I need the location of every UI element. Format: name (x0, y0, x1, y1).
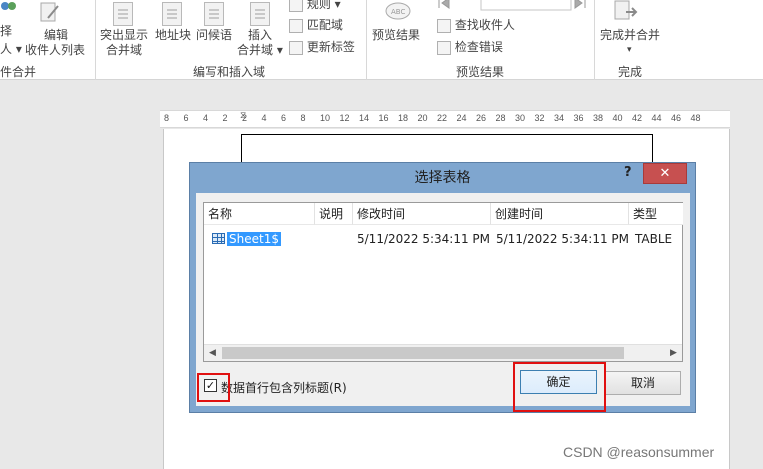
rules-icon (289, 0, 303, 12)
ruler-tick-label: 32 (534, 113, 545, 123)
svg-text:ABC: ABC (391, 8, 405, 16)
group-label-finish: 完成 (618, 65, 643, 79)
table-icon (212, 233, 225, 244)
ruler-tick-label: 46 (671, 113, 682, 123)
column-header-name[interactable]: 名称 (204, 203, 315, 225)
document-table-frame (241, 134, 653, 164)
greeting-line-button[interactable]: 问候语 (196, 28, 232, 42)
ruler-tick-label: 22 (437, 113, 448, 123)
ruler-tick-label: 4 (203, 113, 209, 123)
row-modified: 5/11/2022 5:34:11 PM (357, 232, 491, 246)
recipients-icon (0, 0, 20, 14)
row-type: TABLE (635, 232, 673, 246)
horizontal-scrollbar[interactable]: ◀ ▶ (204, 344, 682, 361)
update-labels-icon (289, 40, 303, 55)
group-divider (366, 0, 367, 80)
greeting-line-icon (204, 2, 224, 26)
group-label-start-merge: 件合并 (0, 65, 37, 79)
finish-merge-button[interactable]: 完成并合并 (600, 28, 660, 42)
find-recipient-button[interactable]: 查找收件人 (437, 18, 515, 33)
group-label-preview: 预览结果 (456, 65, 505, 79)
table-row[interactable]: Sheet1$ (210, 230, 283, 248)
edit-recipients-label-1[interactable]: 编辑 (44, 28, 68, 42)
check-errors-icon (437, 40, 451, 55)
edit-list-icon (40, 2, 60, 24)
help-button[interactable]: ? (624, 165, 632, 180)
column-header-description[interactable]: 说明 (315, 203, 353, 225)
ruler-indent-marker-icon[interactable]: ⧖ (240, 110, 246, 121)
first-row-headers-label[interactable]: 数据首行包含列标题(R) (221, 379, 347, 396)
table-list[interactable]: 名称 说明 修改时间 创建时间 类型 Sheet1$ 5/11/2022 5:3… (203, 202, 683, 362)
address-block-button[interactable]: 地址块 (155, 28, 191, 42)
ruler-tick-label: 26 (476, 113, 487, 123)
ruler-tick-label: 48 (690, 113, 701, 123)
finish-merge-icon (614, 0, 638, 24)
column-header-modified[interactable]: 修改时间 (353, 203, 491, 225)
ruler-tick-label: 18 (398, 113, 409, 123)
edit-recipients-label-2[interactable]: 收件人列表 (25, 43, 85, 57)
row-created: 5/11/2022 5:34:11 PM (496, 232, 630, 246)
group-label-write-insert: 编写和插入域 (193, 65, 266, 79)
column-header-created[interactable]: 创建时间 (491, 203, 629, 225)
ruler-tick-label: 20 (417, 113, 428, 123)
insert-field-label-2[interactable]: 合并域 ▾ (237, 43, 283, 57)
ruler-tick-label: 34 (554, 113, 565, 123)
highlight-fields-label-1[interactable]: 突出显示 (100, 28, 148, 42)
scroll-right-icon[interactable]: ▶ (665, 345, 682, 361)
select-recipients-label-1[interactable]: 择 (0, 24, 12, 38)
mailings-ribbon: 择 人 ▾ 编辑 收件人列表 件合并 突出显示 合并域 地址块 问候语 插入 合… (0, 0, 763, 80)
column-header-type[interactable]: 类型 (629, 203, 683, 225)
preview-results-button[interactable]: 预览结果 (372, 28, 420, 42)
ruler-tick-label: 40 (612, 113, 623, 123)
ruler-tick-label: 16 (378, 113, 389, 123)
record-navigator[interactable] (437, 0, 587, 12)
find-recipient-icon (437, 18, 451, 33)
ruler-tick-label: 8 (300, 113, 306, 123)
ruler-tick-label: 24 (456, 113, 467, 123)
scrollbar-thumb[interactable] (222, 347, 624, 359)
ruler-tick-label: 12 (339, 113, 350, 123)
ruler-tick-label: 38 (593, 113, 604, 123)
watermark: CSDN @reasonsummer (563, 444, 715, 460)
ruler-tick-label: 6 (281, 113, 287, 123)
ruler-tick-label: 36 (573, 113, 584, 123)
ruler-tick-label: 42 (632, 113, 643, 123)
ruler-tick-label: 30 (515, 113, 526, 123)
ruler-tick-label: 8 (164, 113, 170, 123)
ruler-tick-label: 6 (183, 113, 189, 123)
highlight-box-checkbox (197, 373, 230, 402)
select-recipients-label-2[interactable]: 人 ▾ (0, 42, 22, 56)
match-fields-button[interactable]: 匹配域 (289, 18, 343, 33)
ruler-tick-label: 14 (359, 113, 370, 123)
row-name: Sheet1$ (227, 232, 281, 246)
preview-results-icon: ABC (384, 0, 412, 22)
ruler-tick-label: 28 (495, 113, 506, 123)
match-fields-icon (289, 18, 303, 33)
close-icon: ✕ (659, 166, 671, 181)
dialog-title: 选择表格 (414, 170, 471, 186)
insert-field-icon (250, 2, 270, 26)
insert-field-label-1[interactable]: 插入 (248, 28, 272, 42)
highlight-fields-label-2[interactable]: 合并域 (106, 43, 142, 57)
scroll-left-icon[interactable]: ◀ (204, 345, 221, 361)
close-button[interactable]: ✕ (643, 163, 687, 184)
group-divider (594, 0, 595, 80)
group-divider (95, 0, 96, 80)
rules-button[interactable]: 规则 ▾ (289, 0, 341, 12)
update-labels-button[interactable]: 更新标签 (289, 40, 355, 55)
horizontal-ruler[interactable]: 8 6 4 2 2 4 6 8 10 12 14 16 18 20 22 24 26 28 30 32 34 36 38 40… (160, 110, 730, 128)
ruler-tick-label: 44 (651, 113, 662, 123)
ruler-tick-label: 4 (261, 113, 267, 123)
cancel-button[interactable]: 取消 (605, 371, 681, 395)
highlight-box-ok-button (513, 362, 606, 412)
address-block-icon (162, 2, 182, 26)
ruler-tick-label: 2 (222, 113, 228, 123)
highlight-fields-icon (113, 2, 133, 26)
finish-merge-dropdown-arrow[interactable]: ▾ (627, 43, 632, 57)
ruler-tick-label: 10 (320, 113, 331, 123)
check-errors-button[interactable]: 检查错误 (437, 40, 503, 55)
